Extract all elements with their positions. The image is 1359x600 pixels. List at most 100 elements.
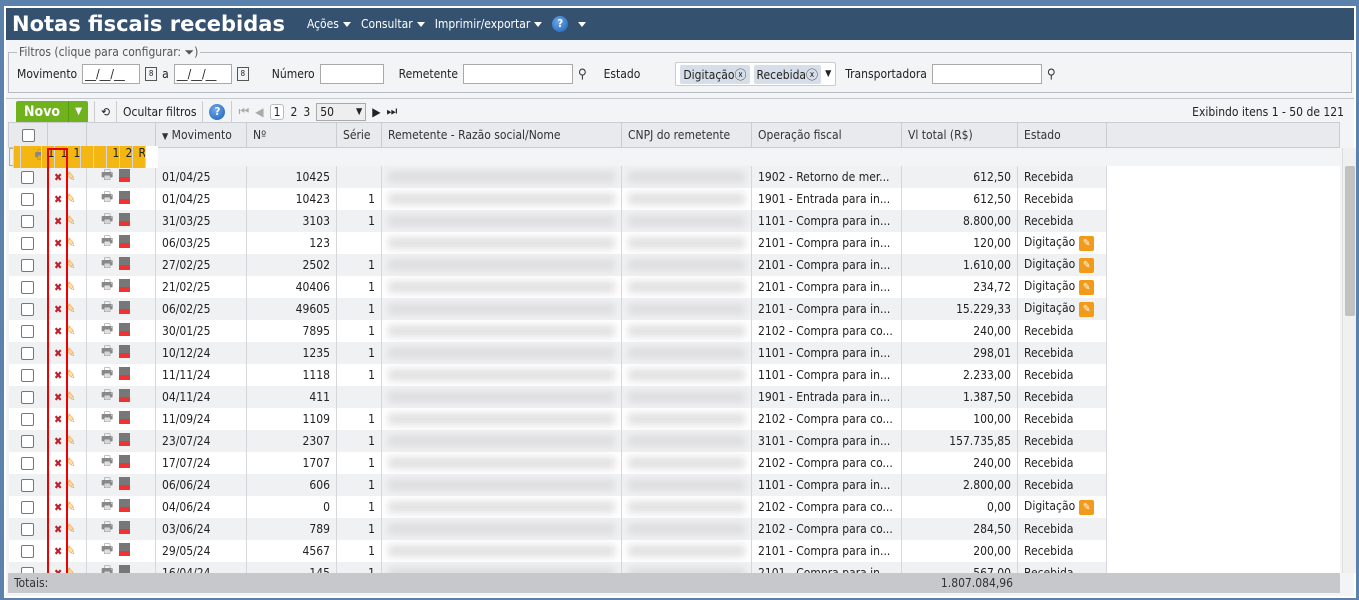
printer-icon[interactable]: 🖶	[101, 212, 113, 227]
page-3[interactable]: 3	[303, 105, 310, 119]
printer-icon[interactable]: 🖶	[101, 476, 113, 491]
row-checkbox-cell[interactable]	[8, 430, 48, 452]
pdf-icon[interactable]	[119, 323, 131, 336]
row-checkbox[interactable]	[21, 479, 35, 492]
printer-icon[interactable]: 🖶	[101, 520, 113, 535]
menu-consultar[interactable]: Consultar	[361, 17, 425, 31]
edit-status-icon[interactable]: ✎	[1079, 258, 1095, 273]
help-icon[interactable]: ?	[552, 16, 569, 32]
table-row[interactable]: ✖ ✎ 🖶 21/02/25 40406 1 2101 - Compra par…	[8, 276, 1340, 298]
row-checkbox-cell[interactable]	[8, 518, 48, 540]
row-checkbox[interactable]	[21, 193, 35, 206]
row-checkbox[interactable]	[21, 281, 35, 294]
refresh-icon[interactable]: ⟲	[101, 105, 110, 119]
printer-icon[interactable]: 🖶	[101, 366, 113, 381]
row-checkbox[interactable]	[21, 523, 35, 536]
row-checkbox[interactable]	[21, 457, 35, 470]
last-page-icon[interactable]: ⏭	[387, 104, 398, 119]
table-row[interactable]: ✖ ✎ 🖶 30/01/25 7895 1 2102 - Compra para…	[8, 320, 1340, 342]
pdf-icon[interactable]	[119, 235, 131, 248]
row-checkbox-cell[interactable]	[8, 298, 48, 320]
row-checkbox-cell[interactable]	[8, 254, 48, 276]
printer-icon[interactable]: 🖶	[101, 498, 113, 513]
edit-status-icon[interactable]: ✎	[1079, 280, 1095, 295]
date-from-input[interactable]: __/__/__	[82, 64, 141, 84]
printer-icon[interactable]: 🖶	[101, 388, 113, 403]
page-2[interactable]: 2	[290, 105, 297, 119]
chevron-down-icon[interactable]: ▼	[825, 69, 831, 79]
table-row[interactable]: ✖ ✎ 🖶 10/12/24 1235 1 1101 - Compra para…	[8, 342, 1340, 364]
table-row[interactable]: ✖ ✎ 🖶 06/06/24 606 1 1101 - Compra para …	[8, 474, 1340, 496]
col-movimento[interactable]: ▼ Movimento	[155, 122, 247, 148]
table-row[interactable]: ✖ ✎ 🖶 11/11/24 1118 1 1101 - Compra para…	[8, 364, 1340, 386]
pdf-icon[interactable]	[119, 543, 131, 556]
pdf-icon[interactable]	[119, 213, 131, 226]
pdf-icon[interactable]	[119, 257, 131, 270]
table-row[interactable]: ✖ ✎ 🖶 31/03/25 3103 1 1101 - Compra para…	[8, 210, 1340, 232]
pdf-icon[interactable]	[119, 499, 131, 512]
search-icon[interactable]: ⚲	[1047, 67, 1056, 82]
col-serie[interactable]: Série	[336, 122, 382, 148]
pdf-icon[interactable]	[119, 389, 131, 402]
printer-icon[interactable]: 🖶	[101, 234, 113, 249]
table-row[interactable]: ✖ ✎ 🖶 03/06/24 789 1 2102 - Compra para …	[8, 518, 1340, 540]
col-cnpj[interactable]: CNPJ do remetente	[621, 122, 752, 148]
row-checkbox-cell[interactable]	[8, 386, 48, 408]
row-checkbox[interactable]	[21, 303, 35, 316]
printer-icon[interactable]: 🖶	[101, 168, 113, 183]
select-all-checkbox[interactable]	[21, 129, 35, 142]
printer-icon[interactable]: 🖶	[101, 256, 113, 271]
page-1[interactable]: 1	[269, 103, 285, 120]
col-estado[interactable]: Estado	[1017, 122, 1107, 148]
date-to-input[interactable]: __/__/__	[173, 64, 232, 84]
table-row[interactable]: ✖ ✎ 🖶 04/06/24 0 1 2102 - Compra para co…	[8, 496, 1340, 518]
menu-acoes[interactable]: Ações	[307, 17, 351, 31]
row-checkbox-cell[interactable]	[8, 320, 48, 342]
ocultar-filtros-button[interactable]: Ocultar filtros	[123, 105, 196, 119]
pdf-icon[interactable]	[119, 301, 131, 314]
caret-down-icon[interactable]: ▼	[68, 100, 88, 123]
search-icon[interactable]: ⚲	[578, 67, 587, 82]
row-checkbox[interactable]	[21, 545, 35, 558]
printer-icon[interactable]: 🖶	[101, 454, 113, 469]
col-operacao[interactable]: Operação fiscal	[751, 122, 902, 148]
row-checkbox-cell[interactable]	[8, 474, 48, 496]
pdf-icon[interactable]	[119, 521, 131, 534]
row-checkbox-cell[interactable]	[8, 342, 48, 364]
row-checkbox-cell[interactable]	[8, 496, 48, 518]
row-checkbox[interactable]	[21, 325, 35, 338]
menu-imprimir-exportar[interactable]: Imprimir/exportar	[435, 17, 543, 31]
col-numero[interactable]: Nº	[246, 122, 337, 148]
table-row[interactable]: ✖ ✎ 🖶 01/04/25 10425 1902 - Retorno de m…	[8, 166, 1340, 188]
row-checkbox[interactable]	[21, 391, 35, 404]
table-row[interactable]: ✖ ✎ 🖶 17/07/24 1707 1 2102 - Compra para…	[8, 452, 1340, 474]
printer-icon[interactable]: 🖶	[101, 322, 113, 337]
row-checkbox-cell[interactable]	[8, 364, 48, 386]
row-checkbox[interactable]	[21, 347, 35, 360]
estado-multiselect[interactable]: Digitaçãoⓧ Recebidaⓧ ▼	[675, 62, 837, 86]
col-remetente[interactable]: Remetente - Razão social/Nome	[381, 122, 622, 148]
pdf-icon[interactable]	[119, 433, 131, 446]
table-row[interactable]: ✖ ✎ 🖶 27/02/25 2502 1 2101 - Compra para…	[8, 254, 1340, 276]
pdf-icon[interactable]	[119, 367, 131, 380]
tag-recebida[interactable]: Recebidaⓧ	[753, 64, 822, 84]
numero-input[interactable]	[319, 64, 384, 84]
table-row[interactable]: ✖ ✎ 🖶 11/09/24 1109 1 2102 - Compra para…	[8, 408, 1340, 430]
pdf-icon[interactable]	[119, 477, 131, 490]
table-row[interactable]: ✖ ✎ 🖶 29/05/24 4567 1 2101 - Compra para…	[8, 540, 1340, 562]
scrollbar-thumb[interactable]	[1345, 166, 1355, 316]
novo-button[interactable]: Novo ▼	[16, 100, 88, 123]
row-checkbox[interactable]	[21, 259, 35, 272]
printer-icon[interactable]: 🖶	[101, 278, 113, 293]
edit-status-icon[interactable]: ✎	[1079, 500, 1095, 515]
row-checkbox[interactable]	[21, 413, 35, 426]
printer-icon[interactable]: 🖶	[35, 148, 41, 163]
pdf-icon[interactable]	[119, 169, 131, 182]
row-checkbox-cell[interactable]	[8, 166, 48, 188]
pdf-icon[interactable]	[119, 191, 131, 204]
prev-page-icon[interactable]: ◀	[255, 105, 263, 119]
filter-icon[interactable]: ⏷	[185, 45, 195, 59]
pdf-icon[interactable]	[119, 411, 131, 424]
printer-icon[interactable]: 🖶	[101, 300, 113, 315]
table-row[interactable]: ✖ ✎ 🖶 04/11/24 411 1901 - Entrada para i…	[8, 386, 1340, 408]
